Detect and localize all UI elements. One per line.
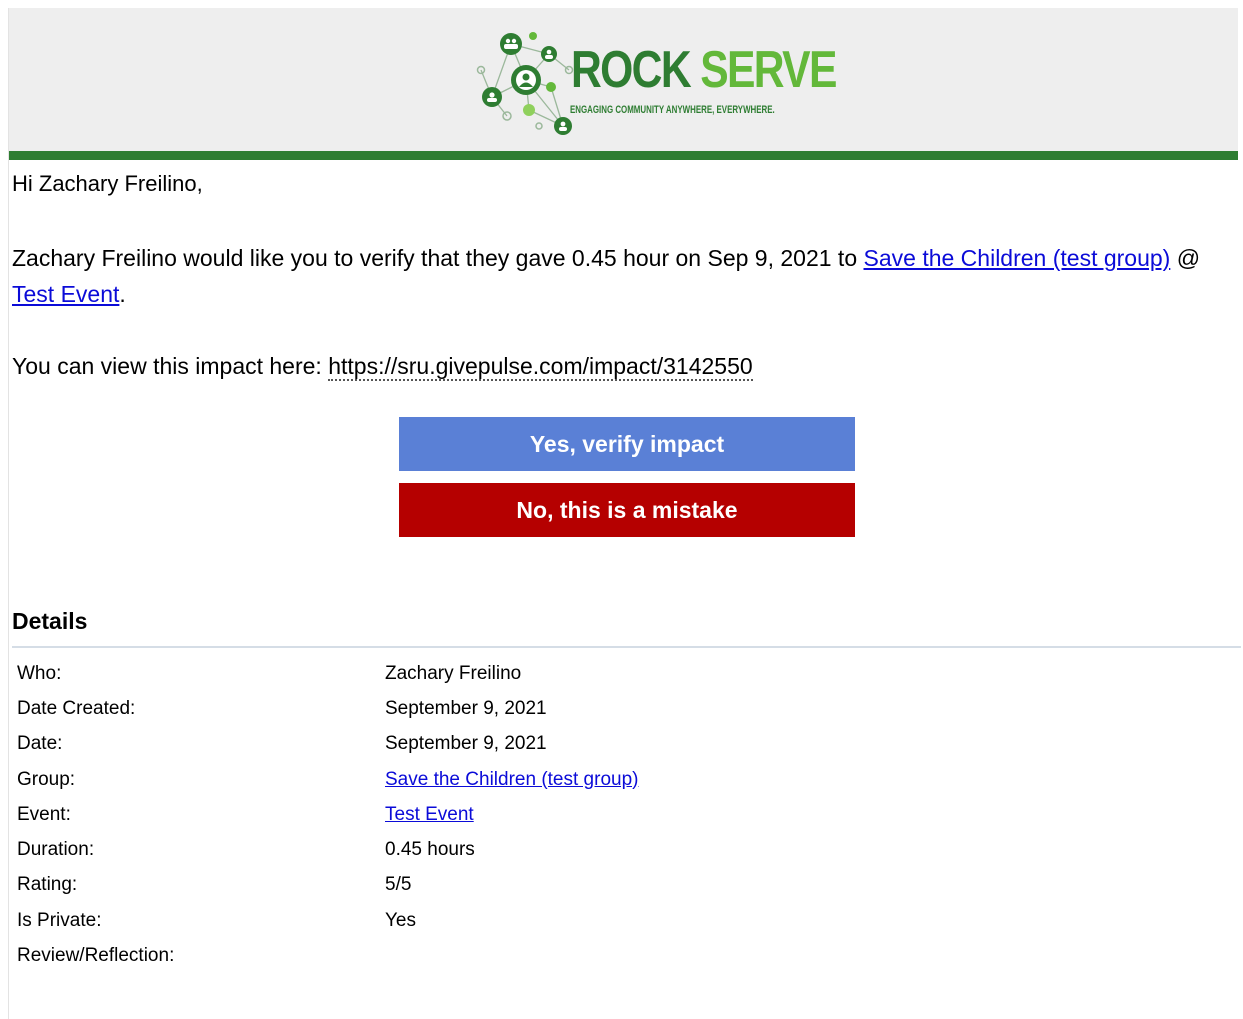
email-header: ROCK SERVE ENGAGING COMMUNITY ANYWHERE, … [9,8,1238,151]
details-label: Rating: [17,874,78,896]
details-label: Review/Reflection: [17,945,175,967]
message-text: Zachary Freilino would like you to verif… [12,245,864,271]
details-value: Yes [385,909,416,931]
details-event-link[interactable]: Test Event [385,804,474,825]
details-group-link[interactable]: Save the Children (test group) [385,769,638,790]
details-row-date-created: Date Created: September 9, 2021 [17,691,638,726]
rock-serve-logo: ROCK SERVE ENGAGING COMMUNITY ANYWHERE, … [471,30,837,136]
details-row-event: Event: Test Event [17,797,638,832]
verify-impact-button[interactable]: Yes, verify impact [399,417,855,471]
details-label: Who: [17,662,62,684]
header-divider [9,151,1238,160]
greeting: Hi Zachary Freilino, [12,171,203,196]
impact-line: You can view this impact here: https://s… [12,348,753,384]
email-content: Hi Zachary Freilino, Zachary Freilino wo… [12,168,1241,966]
logo-wordmark: ROCK SERVE [571,41,837,99]
impact-label: You can view this impact here: [12,353,329,379]
details-label: Duration: [17,839,95,861]
logo-tagline: ENGAGING COMMUNITY ANYWHERE, EVERYWHERE. [570,104,775,116]
details-value: September 9, 2021 [385,733,547,755]
event-link[interactable]: Test Event [12,281,119,307]
message-end: . [119,281,126,307]
details-row-date: Date: September 9, 2021 [17,727,638,762]
details-row-rating: Rating: 5/5 [17,868,638,903]
impact-url-link[interactable]: https://sru.givepulse.com/impact/3142550 [328,353,753,381]
details-value: September 9, 2021 [385,697,547,719]
details-row-who: Who: Zachary Freilino [17,656,638,691]
details-label: Event: [17,803,71,825]
details-value [385,938,638,973]
details-label: Is Private: [17,909,102,931]
details-label: Group: [17,768,76,790]
details-row-review: Review/Reflection: [17,938,638,973]
details-table: Who: Zachary Freilino Date Created: Sept… [17,656,638,974]
details-divider [12,646,1241,648]
details-value: 5/5 [385,874,412,896]
group-link[interactable]: Save the Children (test group) [864,245,1171,271]
details-value: Zachary Freilino [385,662,522,684]
details-row-duration: Duration: 0.45 hours [17,832,638,867]
logo-word-serve: SERVE [700,41,837,99]
verification-message: Zachary Freilino would like you to verif… [12,240,1222,312]
details-row-group: Group: Save the Children (test group) [17,762,638,797]
logo-word-rock: ROCK [571,41,692,99]
email-body: ROCK SERVE ENGAGING COMMUNITY ANYWHERE, … [8,8,1241,1019]
details-value: 0.45 hours [385,839,475,861]
details-row-is-private: Is Private: Yes [17,903,638,938]
mistake-button[interactable]: No, this is a mistake [399,483,855,537]
details-label: Date: [17,733,63,755]
details-label: Date Created: [17,697,136,719]
message-separator: @ [1170,245,1201,271]
community-network-icon [476,32,574,135]
details-heading: Details [12,608,88,634]
